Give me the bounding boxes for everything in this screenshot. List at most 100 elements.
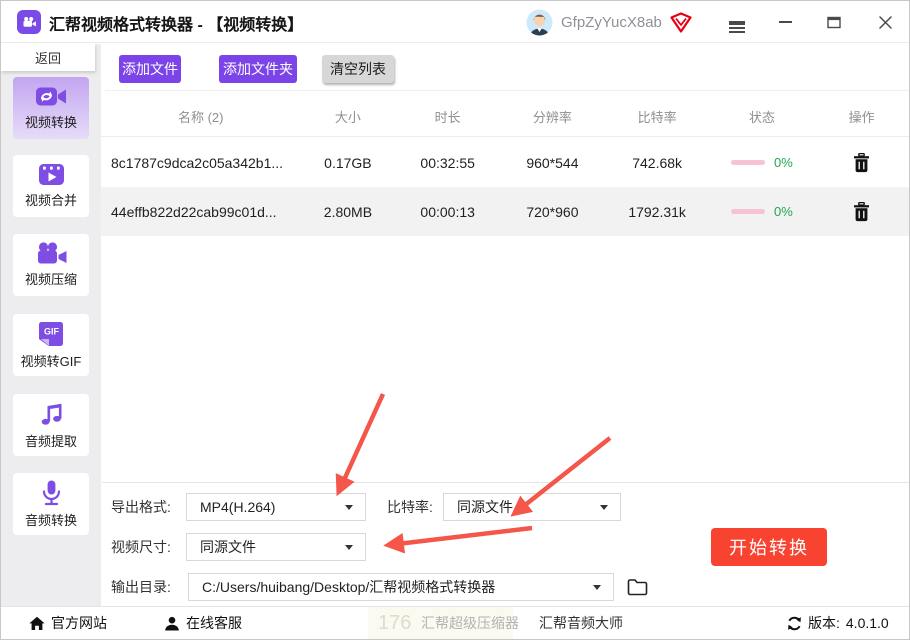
chevron-down-icon	[600, 505, 608, 510]
table-row[interactable]: 44effb822d22cab99c01d... 2.80MB 00:00:13…	[101, 187, 909, 236]
sidebar-item-video-to-gif[interactable]: GIF 视频转GIF	[13, 314, 89, 376]
delete-file-button[interactable]	[850, 151, 874, 175]
cell-bitrate: 742.68k	[632, 154, 683, 171]
status-bar: 176 官方网站 在线客服 汇帮超级压缩器 汇帮音频大师 版本: 4.0.1.0	[1, 606, 909, 639]
sidebar-item-video-convert[interactable]: 视频转换	[13, 77, 89, 139]
trash-icon	[854, 152, 870, 172]
progress-percent: 0%	[773, 155, 793, 170]
header-name: 名称 (2)	[177, 110, 224, 125]
back-button[interactable]: 返回	[1, 44, 95, 71]
title-bar: 汇帮视频格式转换器 - 【视频转换】 GfpZyYucX8ab	[1, 1, 909, 43]
sidebar-item-label: 视频转换	[24, 115, 77, 130]
arrow-to-video-size	[383, 525, 533, 554]
window-title: 汇帮视频格式转换器 - 【视频转换】	[49, 17, 304, 34]
video-to-gif-icon: GIF	[38, 321, 63, 346]
output-dir-select[interactable]: C:/Users/huibang/Desktop/汇帮视频格式转换器	[188, 573, 614, 601]
sidebar-item-audio-convert[interactable]: 音频转换	[13, 473, 89, 535]
video-size-value: 同源文件	[200, 539, 256, 555]
official-site-link[interactable]: 官方网站	[29, 607, 107, 639]
audio-master-label: 汇帮音频大师	[539, 615, 623, 631]
maximize-button[interactable]	[819, 9, 849, 35]
watermark-text: 176	[378, 612, 412, 634]
vip-badge-icon	[670, 11, 692, 33]
video-size-select[interactable]: 同源文件	[186, 533, 366, 561]
version-label: 版本:	[808, 615, 840, 631]
progress-bar	[730, 160, 765, 165]
header-status: 状态	[748, 110, 775, 125]
sidebar-item-label: 视频合并	[24, 193, 77, 208]
video-convert-icon	[36, 87, 66, 106]
header-actions: 操作	[848, 110, 875, 125]
export-format-select[interactable]: MP4(H.264)	[186, 493, 366, 521]
header-resolution: 分辨率	[532, 110, 572, 125]
sidebar-item-label: 视频压缩	[24, 272, 77, 287]
audio-convert-icon	[42, 480, 60, 506]
toolbar-separator	[105, 90, 909, 91]
video-merge-icon	[38, 164, 64, 185]
super-compressor-link[interactable]: 汇帮超级压缩器	[421, 607, 519, 639]
start-convert-button[interactable]: 开始转换	[711, 528, 827, 566]
clear-list-button[interactable]: 清空列表	[322, 55, 394, 83]
sidebar-item-label: 视频转GIF	[20, 353, 82, 369]
add-folder-button[interactable]: 添加文件夹	[219, 55, 297, 83]
cell-name: 8c1787c9dca2c05a342b1...	[111, 154, 284, 171]
official-site-label: 官方网站	[51, 615, 107, 631]
progress-bar	[730, 209, 765, 214]
bitrate-select[interactable]: 同源文件	[443, 493, 621, 521]
header-bitrate: 比特率	[637, 110, 677, 125]
output-dir-label: 输出目录:	[111, 579, 171, 595]
refresh-icon	[788, 616, 801, 630]
export-format-value: MP4(H.264)	[200, 499, 276, 515]
svg-text:GIF: GIF	[44, 326, 60, 336]
audio-extract-icon	[41, 403, 62, 425]
sidebar-item-video-compress[interactable]: 视频压缩	[13, 234, 89, 296]
user-avatar	[526, 9, 553, 35]
user-account[interactable]: GfpZyYucX8ab	[526, 8, 692, 36]
version-value: 4.0.1.0	[845, 615, 889, 631]
add-file-button[interactable]: 添加文件	[119, 55, 181, 83]
sidebar-item-label: 音频提取	[24, 433, 77, 449]
close-button[interactable]	[870, 9, 900, 35]
header-duration: 时长	[434, 110, 461, 125]
app-window: 汇帮视频格式转换器 - 【视频转换】 GfpZyYucX8ab 返回 视频转换 …	[0, 0, 910, 640]
online-service-label: 在线客服	[186, 615, 242, 631]
table-row[interactable]: 8c1787c9dca2c05a342b1... 0.17GB 00:32:55…	[101, 138, 909, 187]
cell-name: 44effb822d22cab99c01d...	[111, 203, 277, 220]
audio-master-link[interactable]: 汇帮音频大师	[539, 607, 623, 639]
cell-duration: 00:32:55	[420, 154, 475, 171]
sidebar: 返回 视频转换 视频合并 视频压缩 GIF 视频转GIF 音频提取 音频转换	[1, 44, 101, 606]
progress-percent: 0%	[773, 204, 793, 219]
sidebar-item-audio-extract[interactable]: 音频提取	[13, 394, 89, 456]
file-table-header: 名称 (2) 大小 时长 分辨率 比特率 状态 操作	[101, 97, 909, 137]
sidebar-item-label: 音频转换	[24, 513, 77, 528]
cell-size: 2.80MB	[323, 203, 373, 220]
bitrate-value: 同源文件	[457, 499, 513, 515]
person-icon	[165, 616, 179, 630]
sidebar-item-video-merge[interactable]: 视频合并	[13, 155, 89, 217]
bitrate-label: 比特率:	[387, 499, 433, 515]
chevron-down-icon	[345, 545, 353, 550]
browse-folder-button[interactable]	[625, 576, 649, 598]
video-size-label: 视频尺寸:	[111, 539, 171, 555]
folder-icon	[627, 579, 647, 596]
delete-file-button[interactable]	[850, 200, 874, 224]
menu-button[interactable]	[722, 9, 752, 35]
cell-bitrate: 1792.31k	[628, 203, 686, 220]
header-size: 大小	[334, 110, 361, 125]
cell-status: 0%	[710, 155, 815, 170]
cell-duration: 00:00:13	[420, 203, 475, 220]
cell-status: 0%	[710, 204, 815, 219]
online-service-link[interactable]: 在线客服	[164, 607, 242, 639]
version-info[interactable]: 版本: 4.0.1.0	[787, 607, 889, 639]
video-compress-icon	[37, 242, 66, 264]
minimize-button[interactable]	[770, 9, 800, 35]
export-format-label: 导出格式:	[111, 499, 171, 515]
home-icon	[29, 616, 45, 630]
user-name: GfpZyYucX8ab	[561, 13, 662, 31]
app-logo-icon	[17, 10, 41, 34]
chevron-down-icon	[345, 505, 353, 510]
panel-separator	[102, 482, 909, 483]
output-dir-value: C:/Users/huibang/Desktop/汇帮视频格式转换器	[202, 579, 496, 595]
cell-resolution: 960*544	[526, 154, 579, 171]
cell-resolution: 720*960	[526, 203, 579, 220]
